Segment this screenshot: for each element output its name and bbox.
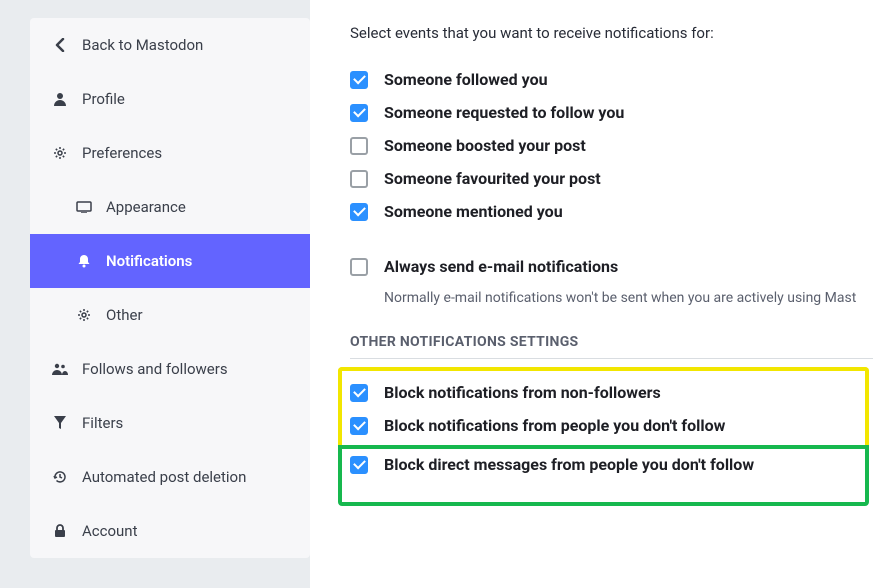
checkbox-icon[interactable]: [350, 203, 368, 221]
checkbox-icon[interactable]: [350, 71, 368, 89]
nav-profile-label: Profile: [82, 90, 125, 108]
nav-other[interactable]: Other: [30, 288, 310, 342]
nav-appearance-label: Appearance: [106, 198, 186, 216]
option-label: Someone mentioned you: [384, 202, 563, 221]
nav-follows-label: Follows and followers: [82, 360, 228, 378]
nav-notifications-label: Notifications: [106, 252, 192, 270]
nav-back[interactable]: Back to Mastodon: [30, 18, 310, 72]
option-label: Someone boosted your post: [384, 136, 586, 155]
checkbox-icon[interactable]: [350, 170, 368, 188]
section-other-heading: OTHER NOTIFICATIONS SETTINGS: [350, 334, 873, 359]
gear-icon: [74, 308, 94, 322]
option-label: Someone favourited your post: [384, 169, 601, 188]
bell-icon: [74, 254, 94, 268]
sidebar: Back to Mastodon Profile Preferences App…: [0, 0, 310, 588]
option-block-dm-not-following[interactable]: Block direct messages from people you do…: [350, 455, 857, 474]
option-requested[interactable]: Someone requested to follow you: [350, 103, 873, 122]
option-label: Always send e-mail notifications: [384, 257, 618, 276]
users-icon: [50, 363, 70, 375]
nav-follows[interactable]: Follows and followers: [30, 342, 310, 396]
chevron-left-icon: [50, 38, 70, 52]
option-label: Block notifications from non-followers: [384, 383, 661, 402]
filter-icon: [50, 416, 70, 430]
nav-profile[interactable]: Profile: [30, 72, 310, 126]
nav-preferences[interactable]: Preferences: [30, 126, 310, 180]
user-icon: [50, 92, 70, 106]
checkbox-icon[interactable]: [350, 456, 368, 474]
checkbox-icon[interactable]: [350, 417, 368, 435]
option-label: Block notifications from people you don'…: [384, 416, 725, 435]
lock-icon: [50, 524, 70, 538]
nav-other-label: Other: [106, 306, 143, 324]
option-label: Someone followed you: [384, 70, 548, 89]
checkbox-icon[interactable]: [350, 258, 368, 276]
history-icon: [50, 470, 70, 484]
option-label: Someone requested to follow you: [384, 103, 624, 122]
main-content: Select events that you want to receive n…: [310, 0, 873, 588]
option-favourited[interactable]: Someone favourited your post: [350, 169, 873, 188]
option-always-email-group: Always send e-mail notifications Normall…: [350, 257, 873, 306]
nav-appearance[interactable]: Appearance: [30, 180, 310, 234]
option-boosted[interactable]: Someone boosted your post: [350, 136, 873, 155]
checkbox-icon[interactable]: [350, 384, 368, 402]
highlight-green-box: Block direct messages from people you do…: [338, 445, 869, 506]
intro-text: Select events that you want to receive n…: [350, 24, 873, 42]
option-block-non-followers[interactable]: Block notifications from non-followers: [350, 383, 857, 402]
nav-filters-label: Filters: [82, 414, 123, 432]
nav-account[interactable]: Account: [30, 504, 310, 558]
sidebar-nav: Back to Mastodon Profile Preferences App…: [30, 18, 310, 558]
option-followed[interactable]: Someone followed you: [350, 70, 873, 89]
gear-icon: [50, 146, 70, 160]
nav-automated-label: Automated post deletion: [82, 468, 246, 486]
nav-back-label: Back to Mastodon: [82, 36, 203, 54]
nav-notifications[interactable]: Notifications: [30, 234, 310, 288]
checkbox-icon[interactable]: [350, 104, 368, 122]
nav-filters[interactable]: Filters: [30, 396, 310, 450]
option-always-email-sub: Normally e-mail notifications won't be s…: [384, 290, 873, 306]
option-block-not-following[interactable]: Block notifications from people you don'…: [350, 416, 857, 435]
monitor-icon: [74, 201, 94, 213]
nav-automated[interactable]: Automated post deletion: [30, 450, 310, 504]
option-always-email[interactable]: Always send e-mail notifications: [350, 257, 873, 276]
nav-preferences-label: Preferences: [82, 144, 162, 162]
highlight-yellow-box: Block notifications from non-followers B…: [338, 367, 869, 445]
nav-account-label: Account: [82, 522, 138, 540]
checkbox-icon[interactable]: [350, 137, 368, 155]
option-mentioned[interactable]: Someone mentioned you: [350, 202, 873, 221]
option-label: Block direct messages from people you do…: [384, 455, 754, 474]
